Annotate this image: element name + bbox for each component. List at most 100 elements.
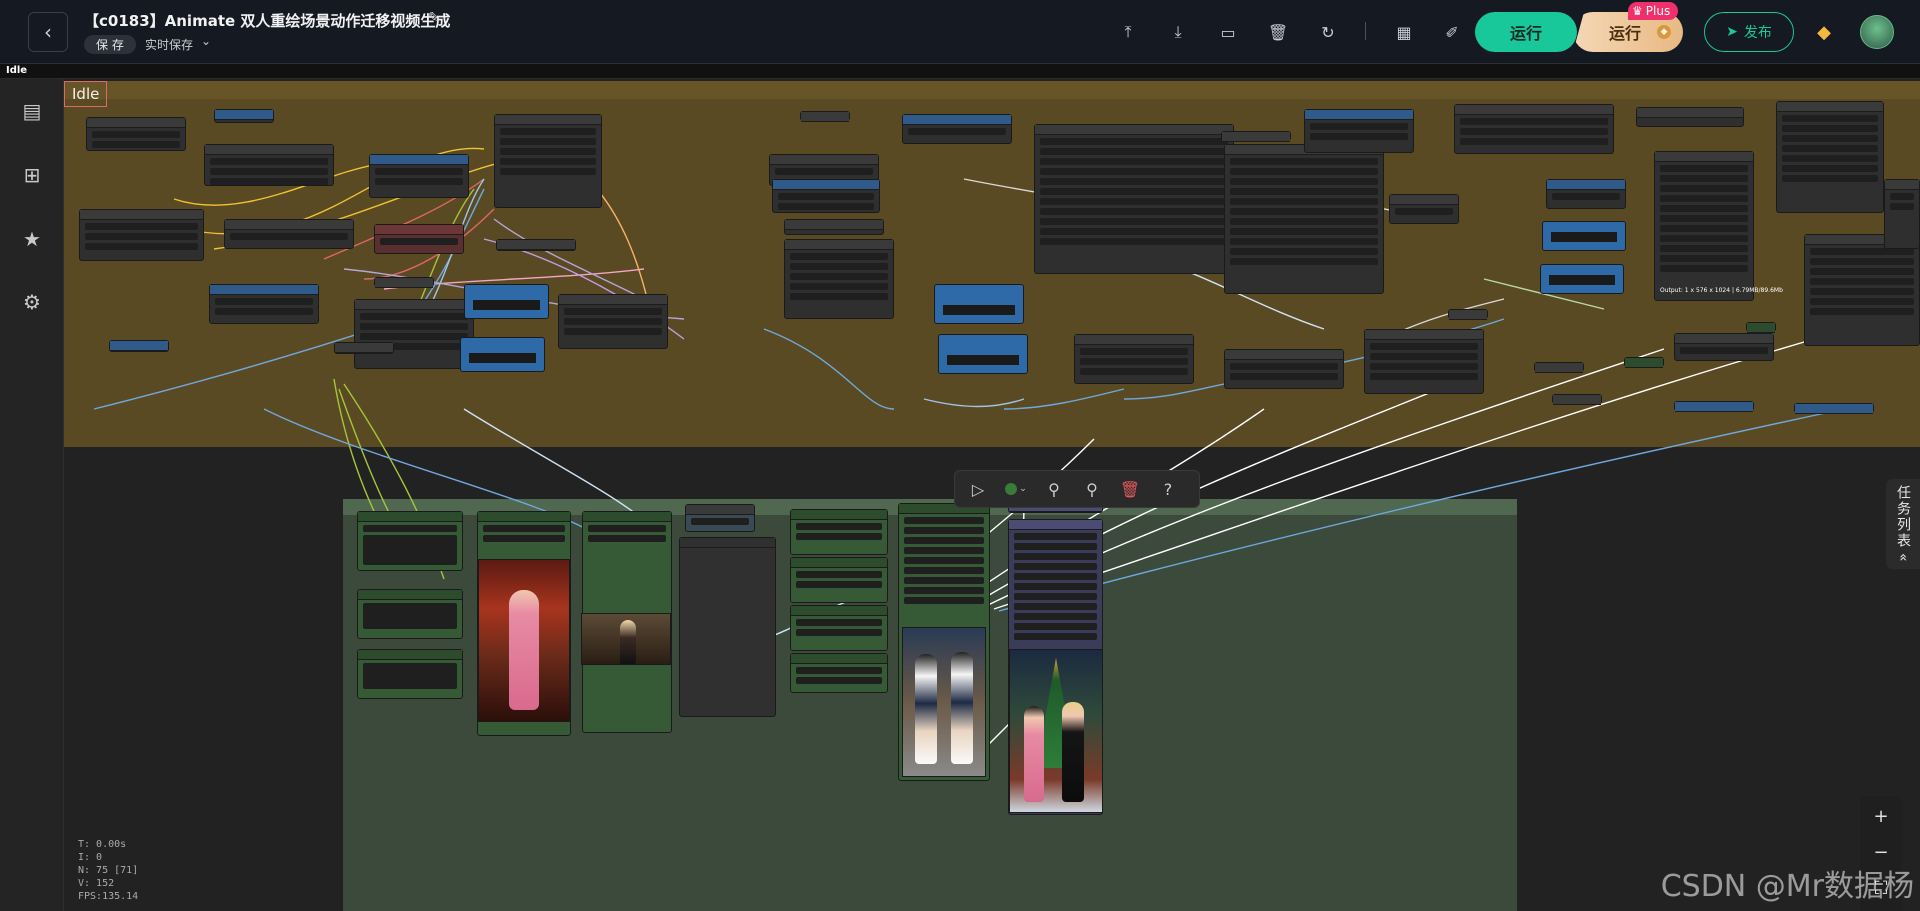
workflow-node[interactable] — [1364, 329, 1484, 394]
workflow-node[interactable] — [772, 179, 880, 213]
workflow-node[interactable] — [374, 277, 434, 288]
save-button[interactable]: 保 存 — [84, 35, 136, 54]
workflow-node[interactable] — [357, 589, 463, 639]
workflow-node[interactable] — [1074, 334, 1194, 384]
workflow-node[interactable] — [460, 337, 545, 372]
pencil-icon[interactable]: ✎ — [428, 10, 440, 26]
workflow-node[interactable] — [1542, 221, 1626, 251]
workflow-node[interactable] — [1389, 194, 1459, 224]
download-icon[interactable]: ⤓ — [1166, 20, 1190, 44]
play-icon[interactable]: ▷ — [963, 474, 993, 504]
pin-icon[interactable]: ⚲ — [1077, 474, 1107, 504]
workflow-title: 【c0183】Animate 双人重绘场景动作迁移视频生成 — [84, 12, 451, 30]
workflow-node[interactable] — [1654, 151, 1754, 301]
workflow-node[interactable] — [1552, 394, 1602, 405]
zoom-in-icon[interactable]: + — [1869, 804, 1893, 828]
refresh-icon[interactable]: ↻ — [1316, 20, 1340, 44]
upload-icon[interactable]: ⤒ — [1116, 20, 1140, 44]
workflow-node[interactable] — [214, 109, 274, 123]
diamond-icon[interactable]: ◆ — [1812, 20, 1836, 44]
workflow-node[interactable] — [902, 114, 1012, 144]
task-list-tab[interactable]: 任务列表 « — [1886, 479, 1920, 569]
workflow-node[interactable] — [938, 334, 1028, 374]
chevron-left-icon: ‹ — [44, 20, 52, 44]
grid-icon[interactable]: ▦ — [1392, 20, 1416, 44]
sitemap-icon[interactable]: ⊞ — [20, 163, 44, 187]
workflow-node[interactable] — [1534, 362, 1584, 373]
workflow-node[interactable] — [1884, 179, 1920, 249]
workflow-node[interactable] — [1224, 349, 1344, 389]
delete-icon[interactable]: 🗑 — [1115, 474, 1145, 504]
workflow-node[interactable] — [1448, 309, 1488, 320]
plus-badge: ♛ Plus — [1628, 2, 1679, 20]
workflow-node[interactable] — [494, 114, 602, 208]
status-bar: Idle — [0, 64, 1920, 79]
workflow-node[interactable] — [1546, 179, 1626, 209]
workflow-node[interactable] — [334, 342, 394, 354]
watermark: CSDN @Mr数据杨 — [1660, 869, 1914, 904]
workflow-node[interactable] — [790, 605, 888, 651]
workflow-node[interactable] — [369, 154, 469, 198]
color-dot-icon[interactable]: ⌄ — [1001, 474, 1031, 504]
magic-icon[interactable]: ⚲ — [1039, 474, 1069, 504]
workflow-node[interactable] — [204, 144, 334, 186]
workflow-node[interactable] — [679, 537, 776, 717]
star-icon[interactable]: ★ — [20, 227, 44, 251]
chevron-double-left-icon: « — [1895, 552, 1911, 564]
workflow-node[interactable] — [1454, 104, 1614, 154]
plus-badge-label: Plus — [1645, 4, 1671, 18]
workflow-node[interactable] — [79, 209, 204, 261]
workflow-node[interactable] — [1304, 109, 1414, 153]
workflow-node[interactable] — [934, 284, 1024, 324]
workflow-node[interactable] — [1804, 234, 1920, 346]
workflow-node[interactable] — [374, 224, 464, 254]
workflow-node[interactable] — [357, 511, 463, 571]
workflow-node[interactable] — [357, 649, 463, 699]
workflow-node[interactable] — [1746, 322, 1776, 333]
coin-icon: ◆ — [1657, 25, 1671, 39]
workflow-node[interactable] — [224, 219, 354, 249]
stat-v: V: 152 — [78, 878, 115, 889]
workflow-node[interactable] — [558, 294, 668, 349]
workflow-node[interactable] — [784, 239, 894, 319]
help-icon[interactable]: ? — [1153, 474, 1183, 504]
publish-button[interactable]: ➤ 发布 — [1704, 12, 1794, 52]
workflow-node[interactable] — [800, 111, 850, 122]
workflow-node[interactable] — [784, 219, 884, 235]
back-button[interactable]: ‹ — [28, 12, 68, 52]
workflow-node[interactable] — [790, 653, 888, 693]
workflow-node[interactable] — [464, 284, 549, 319]
workflow-node[interactable] — [109, 340, 169, 352]
workflow-node[interactable] — [685, 504, 755, 532]
trash-icon[interactable]: 🗑 — [1266, 20, 1290, 44]
workflow-node[interactable] — [1674, 401, 1754, 412]
workflow-node[interactable] — [1224, 144, 1384, 294]
run-button[interactable]: 运行 — [1475, 12, 1577, 52]
task-list-label: 任务列表 — [1895, 484, 1911, 549]
workflow-node[interactable] — [1540, 264, 1624, 294]
workflow-node[interactable] — [1794, 403, 1874, 414]
workflow-node[interactable] — [1624, 357, 1664, 368]
workflow-node[interactable] — [86, 117, 186, 151]
workflow-node[interactable] — [790, 557, 888, 603]
chevron-down-icon[interactable]: ⌄ — [201, 34, 211, 48]
autosave-select[interactable]: 实时保存 — [145, 36, 193, 53]
workflow-node[interactable] — [1674, 333, 1774, 361]
run-plus-label: 运行 — [1609, 24, 1642, 43]
reference-image-2 — [581, 613, 671, 665]
avatar[interactable] — [1860, 15, 1894, 49]
workflow-node[interactable] — [1221, 131, 1291, 142]
workflow-canvas[interactable]: Idle Output: 1 x 576 x 1024 | 6.79MB/89.… — [64, 79, 1920, 911]
workflow-node[interactable] — [354, 299, 474, 369]
workflow-node[interactable] — [496, 239, 576, 251]
workflow-node[interactable] — [1034, 124, 1234, 274]
edit-note-icon[interactable]: ✐ — [1440, 20, 1464, 44]
export-icon[interactable]: ▭ — [1216, 20, 1240, 44]
workflow-node[interactable] — [1776, 101, 1884, 213]
workflow-node[interactable] — [209, 284, 319, 324]
settings-icon[interactable]: ⚙ — [20, 290, 44, 314]
document-icon[interactable]: ▤ — [20, 99, 44, 123]
workflow-node[interactable] — [1636, 107, 1744, 127]
workflow-node[interactable] — [790, 509, 888, 555]
result-image — [1009, 649, 1103, 813]
